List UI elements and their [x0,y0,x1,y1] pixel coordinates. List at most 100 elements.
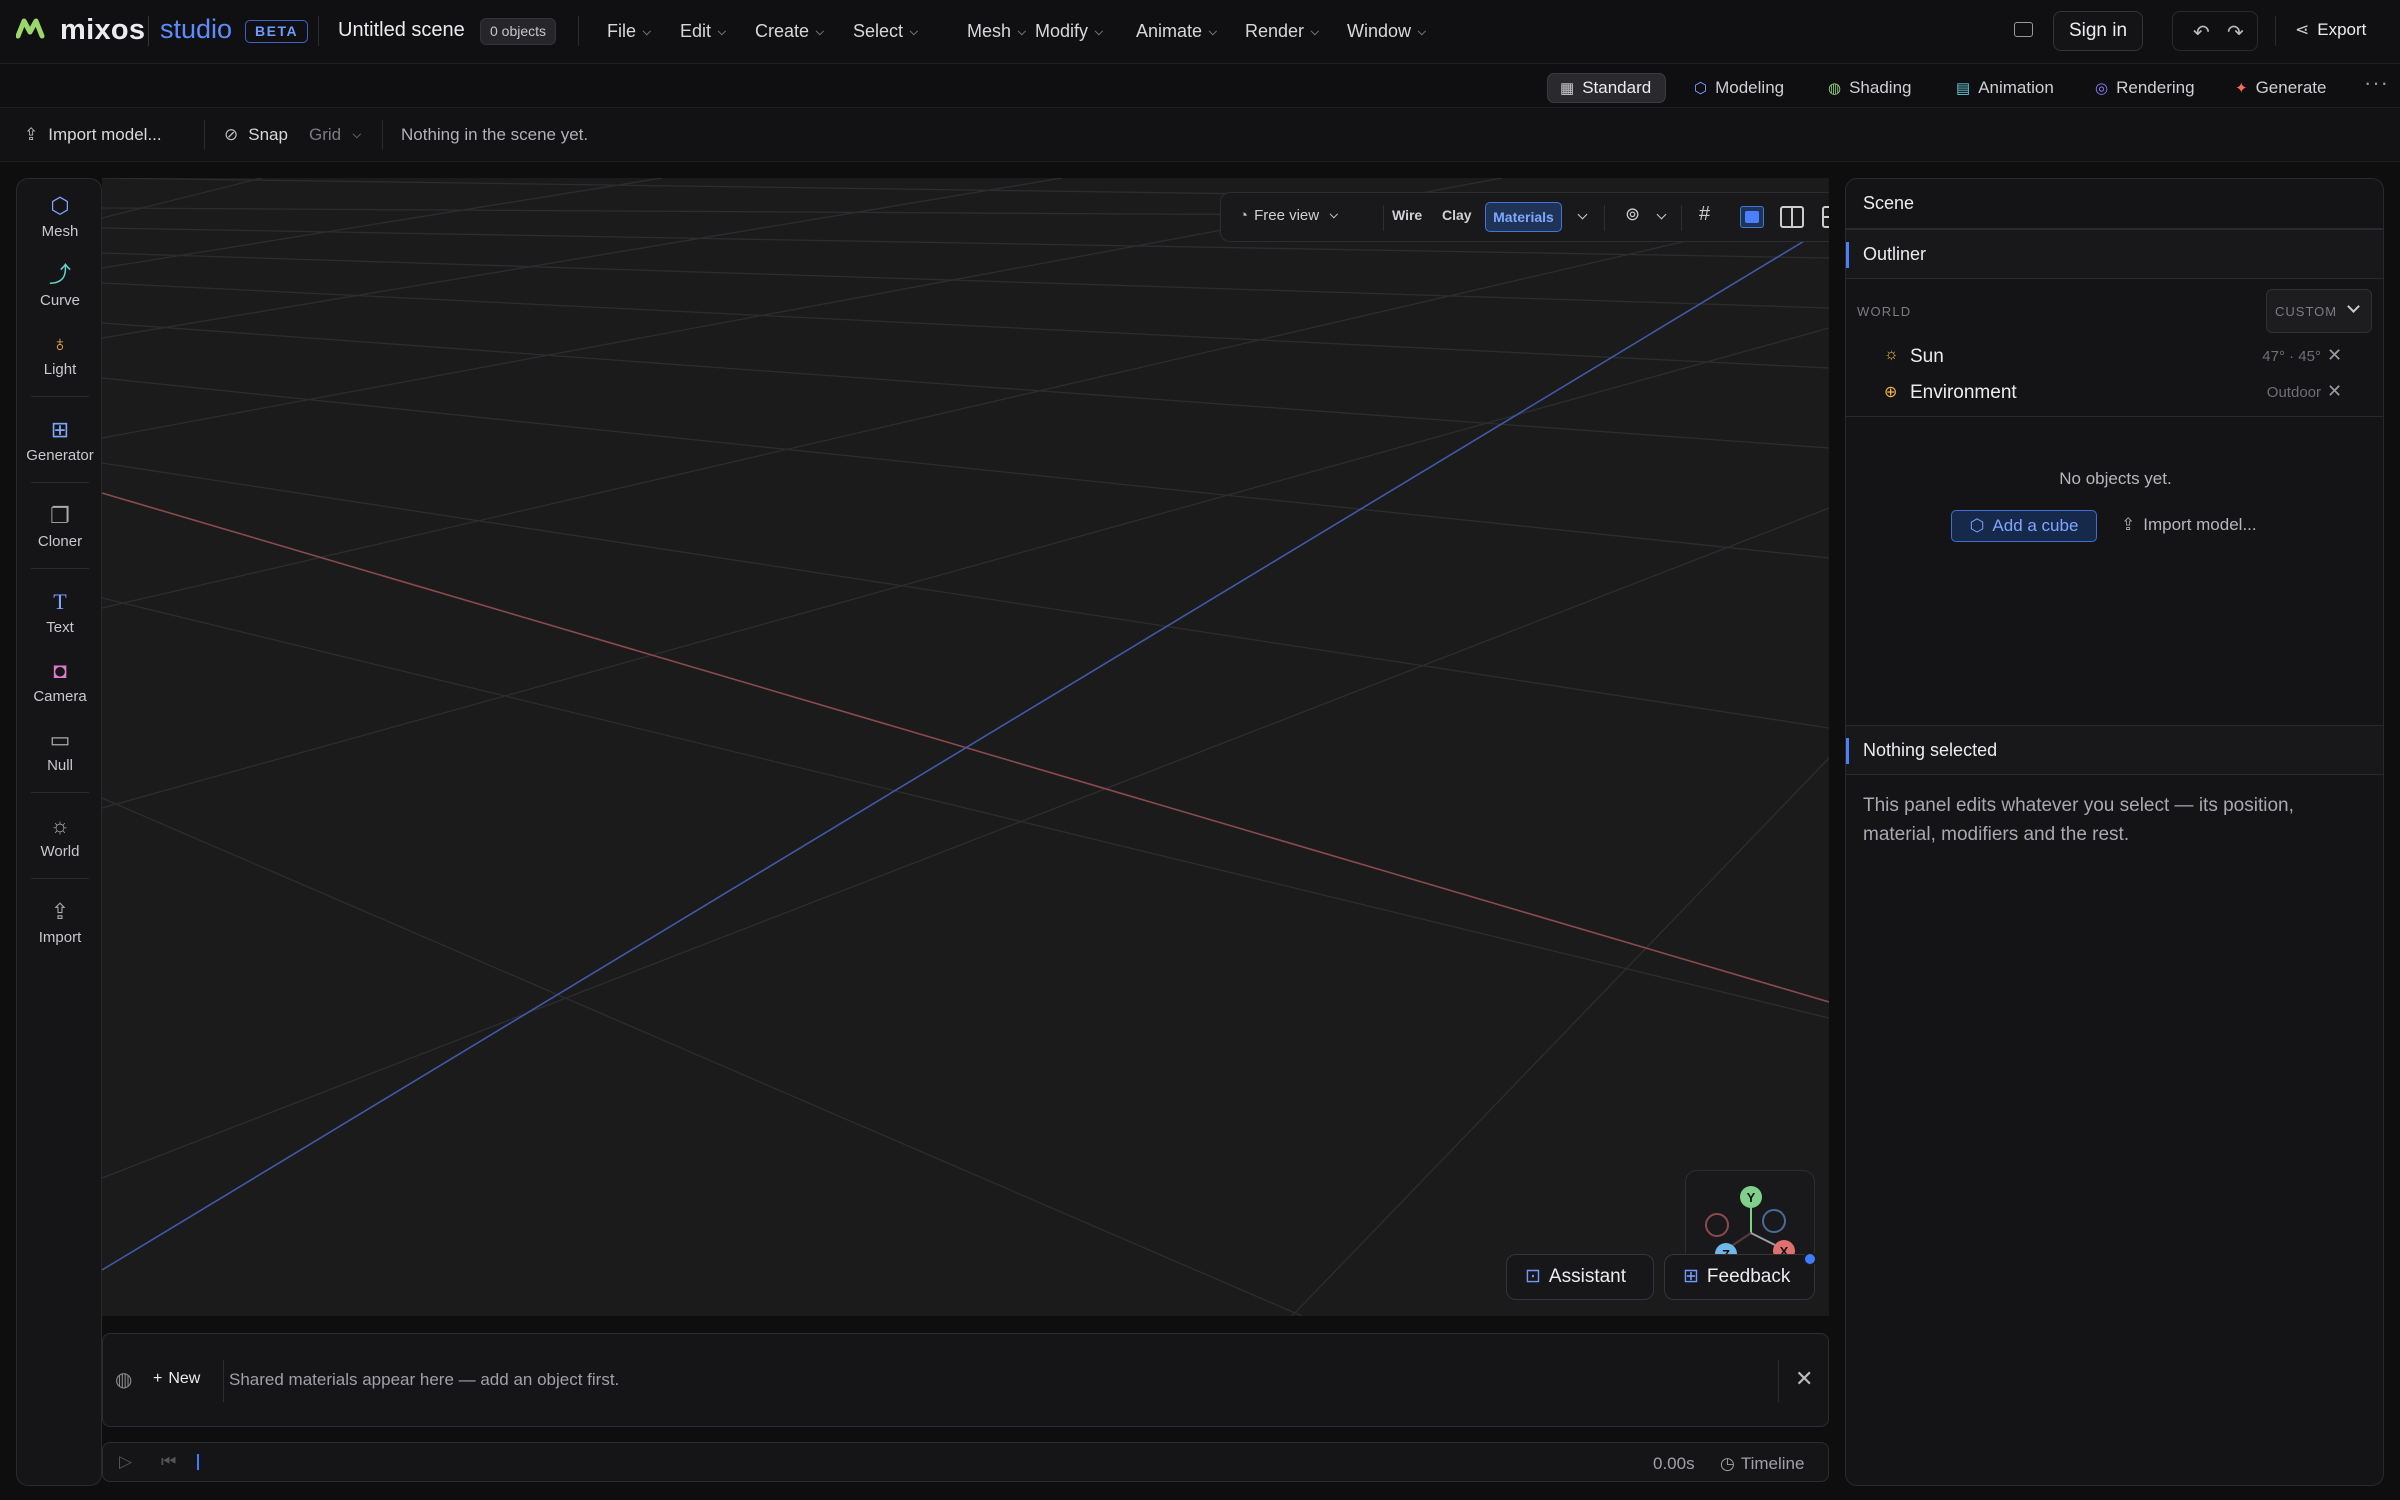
grid-toggle-icon[interactable]: # [1699,203,1710,226]
menu-select[interactable]: Select [853,21,919,42]
snap-mode-dropdown[interactable]: Grid [309,125,362,145]
object-count-badge: 0 objects [480,18,557,45]
split-vertical-layout-icon[interactable] [1780,206,1804,228]
menu-create[interactable]: Create [755,21,825,42]
tool-world[interactable]: ☼ World [17,813,103,860]
plus-icon: + [153,1370,163,1387]
divider [1846,416,2383,417]
beta-badge: BETA [245,20,309,43]
logo-wordmark: mixos [60,14,146,46]
tab-generate[interactable]: ✦ Generate [2223,73,2340,103]
menu-animate[interactable]: Animate [1136,21,1218,42]
divider [1778,1360,1779,1402]
tab-standard[interactable]: ▦ Standard [1547,73,1667,103]
tool-camera[interactable]: ◘ Camera [17,658,103,705]
chevron-down-icon[interactable] [1577,209,1588,220]
view-mode-dropdown[interactable]: ◔ Free view [1239,207,1339,224]
menu-edit[interactable]: Edit [680,21,727,42]
generator-icon: ⊞ [50,417,70,442]
tool-cloner[interactable]: ❐ Cloner [17,503,103,550]
menu-render[interactable]: Render [1245,21,1320,42]
visibility-icon[interactable]: ⊚ [1625,204,1640,225]
timeline-bar: ▷ ⏮ 0.00s ◷ Timeline [102,1442,1829,1482]
world-preset-select[interactable]: CUSTOM [2266,289,2372,333]
divider [382,120,383,150]
divider [31,792,89,793]
upload-icon: ⇪ [50,899,70,924]
toolbar: ⇪ Import model... ⊘ Snap Grid Nothing in t… [0,108,2400,162]
film-icon: ▤ [1956,80,1971,97]
close-icon[interactable]: ✕ [2327,345,2342,366]
tool-null[interactable]: ▭ Null [17,727,103,774]
scene-title[interactable]: Untitled scene [338,19,465,42]
tool-light[interactable]: ♁ Light [17,331,103,378]
sign-in-button[interactable]: Sign in [2053,11,2143,51]
menu-file[interactable]: File [607,21,652,42]
message-icon: ⊞ [1683,1266,1699,1287]
menu-modify[interactable]: Modify [1035,21,1104,42]
tab-modeling[interactable]: ⬡ Modeling [1682,73,1798,103]
curve-icon: ⤴ [48,262,71,287]
3d-viewport[interactable]: ◔Free view Wire Clay Materials ⊚ # Y Z X [102,178,1829,1316]
scene-panel: Scene Outliner WORLD CUSTOM ☼ Sun 47° · … [1845,178,2384,1486]
mixos-logo-icon [16,18,45,39]
snap-toggle[interactable]: ⊘ Snap [224,125,288,145]
split-horizontal-layout-icon[interactable] [1822,206,1829,228]
import-model-link[interactable]: ⇪ Import model... [2121,515,2257,535]
selection-header[interactable]: Nothing selected [1846,725,2383,775]
product-name: studio [160,14,233,44]
panel-title: Scene [1863,193,1915,213]
keyboard-shortcuts-icon[interactable] [2014,22,2033,37]
shading-materials-button[interactable]: Materials [1485,202,1562,232]
play-icon[interactable]: ▷ [119,1452,132,1472]
ground-grid [102,178,1829,1316]
palette-icon: ◍ [1828,80,1842,97]
redo-icon[interactable]: ↷ [2227,20,2244,45]
menu-mesh[interactable]: Mesh [967,21,1027,42]
new-material-button[interactable]: + New [153,1370,200,1388]
outliner-header[interactable]: Outliner [1846,229,2383,279]
grid-icon: ▦ [1560,80,1575,97]
cube-icon: ⬡ [1969,516,1985,535]
world-item-environment[interactable]: ⊕ Environment Outdoor ✕ [1846,376,2383,412]
playhead[interactable] [197,1454,199,1470]
tool-mesh[interactable]: ⬡ Mesh [17,193,103,240]
export-button[interactable]: ⋖ Export [2295,20,2366,40]
tool-curve[interactable]: ⤴ Curve [17,262,103,309]
outliner-title: Outliner [1863,244,1927,264]
undo-redo-group: ↶ ↷ [2172,11,2258,51]
timeline-toggle[interactable]: ◷ Timeline [1720,1454,1804,1474]
chevron-down-icon[interactable] [1656,209,1667,220]
aperture-icon: ◎ [2095,80,2109,97]
close-icon[interactable]: ✕ [1795,1366,1813,1392]
tab-rendering[interactable]: ◎ Rendering [2083,73,2209,103]
shading-clay-button[interactable]: Clay [1442,207,1472,223]
viewport-toolbar: ◔ Free view Wire Clay Materials ⊚ # [1220,192,1829,242]
menu-window[interactable]: Window [1347,21,1427,42]
close-icon[interactable]: ✕ [2327,381,2342,402]
divider [318,16,319,46]
add-cube-button[interactable]: ⬡ Add a cube [1951,510,2097,542]
cube-icon: ⬡ [1694,80,1708,97]
undo-icon[interactable]: ↶ [2193,20,2210,45]
feedback-button[interactable]: ⊞ Feedback [1664,1254,1815,1300]
upload-icon: ⇪ [2121,515,2136,534]
materials-hint: Shared materials appear here — add an ob… [229,1370,620,1389]
tool-text[interactable]: T Text [17,589,103,636]
import-model-button[interactable]: ⇪ Import model... [24,125,162,145]
tab-shading[interactable]: ◍ Shading [1816,73,1925,103]
axis-y-label: Y [1747,1190,1756,1205]
palette-icon: ◍ [115,1369,133,1391]
world-item-sun[interactable]: ☼ Sun 47° · 45° ✕ [1846,340,2383,376]
skip-start-icon[interactable]: ⏮ [161,1452,176,1472]
tool-generator[interactable]: ⊞ Generator [17,417,103,464]
single-view-layout-icon[interactable] [1740,206,1764,228]
divider [223,1360,224,1402]
tool-import[interactable]: ⇪ Import [17,899,103,946]
more-options-icon[interactable]: ··· [2364,70,2389,96]
assistant-button[interactable]: ⊡ Assistant [1506,1254,1654,1300]
empty-scene-text: No objects yet. [2059,469,2172,488]
weather-icon: ☼ [49,813,71,838]
tab-animation[interactable]: ▤ Animation [1944,73,2068,103]
shading-wire-button[interactable]: Wire [1392,207,1422,223]
